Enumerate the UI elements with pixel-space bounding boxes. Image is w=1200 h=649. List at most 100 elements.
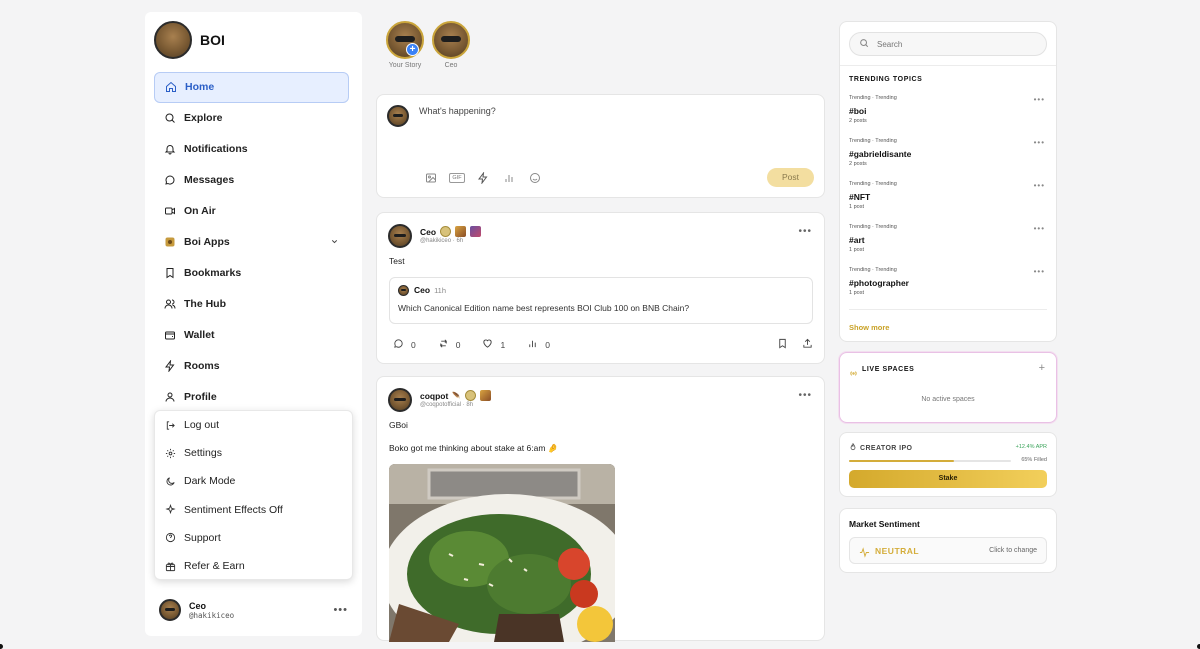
more-options-icon[interactable]: ••• xyxy=(1034,181,1045,190)
trending-topic[interactable]: Trending · Trending #NFT 1 post ••• xyxy=(849,181,1047,210)
story-ceo[interactable]: Ceo xyxy=(426,21,476,69)
trending-topic[interactable]: Trending · Trending #boi 2 posts ••• xyxy=(849,95,1047,124)
menu-item-settings[interactable]: Settings xyxy=(155,439,352,467)
trending-topic[interactable]: Trending · Trending #photographer 1 post… xyxy=(849,267,1047,296)
help-icon xyxy=(165,532,176,543)
sentiment-selector[interactable]: NEUTRAL Click to change xyxy=(849,537,1047,564)
menu-item-log-out[interactable]: Log out xyxy=(155,411,352,439)
nav-label: The Hub xyxy=(184,298,226,311)
live-spaces-panel: LIVE SPACES + No active spaces xyxy=(839,352,1057,423)
nav-item-on-air[interactable]: On Air xyxy=(154,196,349,227)
post-time: 8h xyxy=(466,402,474,408)
nav-item-bookmarks[interactable]: Bookmarks xyxy=(154,258,349,289)
post-text: GBoi xyxy=(389,420,408,430)
bookmark-icon xyxy=(164,267,176,279)
add-space-icon[interactable]: + xyxy=(1039,362,1045,374)
search-input[interactable] xyxy=(877,39,1027,49)
nav-item-wallet[interactable]: Wallet xyxy=(154,320,349,351)
post-button[interactable]: Post xyxy=(767,168,814,187)
more-options-icon[interactable]: ••• xyxy=(798,390,812,401)
quote-author-name: Ceo xyxy=(414,285,431,295)
more-options-icon[interactable]: ••• xyxy=(333,604,348,616)
users-icon xyxy=(164,298,176,310)
gif-icon[interactable]: GIF xyxy=(449,171,465,185)
wallet-icon xyxy=(164,329,176,341)
author-line: coqpot 🪶 xyxy=(420,390,492,401)
feather-icon: 🪶 xyxy=(452,392,462,400)
avatar[interactable] xyxy=(388,224,412,248)
gear-icon xyxy=(165,448,176,459)
menu-label: Refer & Earn xyxy=(184,560,245,573)
moon-icon xyxy=(165,476,176,487)
more-menu: Log out Settings Dark Mode Sentiment Eff… xyxy=(154,410,353,580)
topic-tag: #NFT xyxy=(849,192,871,202)
post-image[interactable] xyxy=(389,464,615,642)
brand-logo xyxy=(154,21,192,59)
more-options-icon[interactable]: ••• xyxy=(798,226,812,237)
nav-item-profile[interactable]: Profile xyxy=(154,382,349,413)
nav-label: Wallet xyxy=(184,329,215,342)
search-bar[interactable] xyxy=(849,32,1047,56)
views-button[interactable]: 0 xyxy=(527,338,550,351)
creator-ipo-panel: CREATOR IPO +12.4% APR 65% Filled Stake xyxy=(839,432,1057,497)
comment-button[interactable]: 0 xyxy=(393,338,416,351)
post-card: Ceo @hakikiceo · 6h ••• Test Ceo 11h Whic… xyxy=(376,212,825,364)
repost-icon xyxy=(438,338,449,351)
like-button[interactable]: 1 xyxy=(482,338,505,351)
nav-item-boi-apps[interactable]: Boi Apps xyxy=(154,227,349,258)
menu-item-dark-mode[interactable]: Dark Mode xyxy=(155,467,352,495)
more-options-icon[interactable]: ••• xyxy=(1034,138,1045,147)
divider xyxy=(849,309,1047,310)
nav-item-messages[interactable]: Messages xyxy=(154,165,349,196)
post-actions: 0 0 1 0 xyxy=(393,338,813,351)
topic-count: 1 post xyxy=(849,247,864,253)
topic-meta: Trending · Trending xyxy=(849,224,897,230)
repost-button[interactable]: 0 xyxy=(438,338,460,351)
verified-badge-icon xyxy=(465,390,477,401)
lightning-icon[interactable] xyxy=(476,171,490,185)
brand[interactable]: BOI xyxy=(154,21,225,59)
nav-item-home[interactable]: Home xyxy=(154,72,349,103)
quote-text: Which Canonical Edition name best repres… xyxy=(398,303,690,313)
stake-button[interactable]: Stake xyxy=(849,470,1047,488)
emoji-icon[interactable] xyxy=(528,171,542,185)
user-handle: @hakikiceo xyxy=(189,610,235,620)
share-icon[interactable] xyxy=(802,338,813,351)
nav-item-explore[interactable]: Explore xyxy=(154,103,349,134)
more-options-icon[interactable]: ••• xyxy=(1034,95,1045,104)
ipo-title-text: CREATOR IPO xyxy=(860,444,913,452)
menu-label: Settings xyxy=(184,447,222,460)
author-name[interactable]: coqpot xyxy=(420,391,448,401)
avatar[interactable] xyxy=(388,388,412,412)
nav-item-the-hub[interactable]: The Hub xyxy=(154,289,349,320)
sentiment-title: Market Sentiment xyxy=(849,519,920,529)
show-more-link[interactable]: Show more xyxy=(849,323,889,332)
menu-item-support[interactable]: Support xyxy=(155,524,352,552)
add-story-icon[interactable]: + xyxy=(406,43,419,56)
ipo-progress-fill xyxy=(849,460,955,462)
gif-label: GIF xyxy=(449,173,465,183)
menu-item-refer-earn[interactable]: Refer & Earn xyxy=(155,552,352,580)
more-options-icon[interactable]: ••• xyxy=(1034,267,1045,276)
trending-topic[interactable]: Trending · Trending #art 1 post ••• xyxy=(849,224,1047,253)
market-sentiment-panel: Market Sentiment NEUTRAL Click to change xyxy=(839,508,1057,573)
nav-item-rooms[interactable]: Rooms xyxy=(154,351,349,382)
poll-icon[interactable] xyxy=(502,171,516,185)
more-options-icon[interactable]: ••• xyxy=(1034,224,1045,233)
account-switcher[interactable]: Ceo @hakikiceo ••• xyxy=(159,599,354,621)
nav-item-notifications[interactable]: Notifications xyxy=(154,134,349,165)
menu-label: Dark Mode xyxy=(184,475,236,488)
bookmark-icon[interactable] xyxy=(777,338,788,351)
author-name[interactable]: Ceo xyxy=(420,227,436,237)
story-your-story[interactable]: + Your Story xyxy=(380,21,430,69)
topic-tag: #photographer xyxy=(849,278,909,288)
ipo-title: CREATOR IPO xyxy=(849,442,913,453)
ipo-apr: +12.4% APR xyxy=(1015,444,1047,450)
trending-topic[interactable]: Trending · Trending #gabrieldisante 2 po… xyxy=(849,138,1047,167)
compose-input[interactable]: What's happening? xyxy=(419,106,496,116)
topic-tag: #gabrieldisante xyxy=(849,149,912,159)
sentiment-value: NEUTRAL xyxy=(875,546,920,556)
image-icon[interactable] xyxy=(424,171,438,185)
quoted-post[interactable]: Ceo 11h Which Canonical Edition name best… xyxy=(389,277,813,324)
menu-item-sentiment-effects[interactable]: Sentiment Effects Off xyxy=(155,496,352,524)
